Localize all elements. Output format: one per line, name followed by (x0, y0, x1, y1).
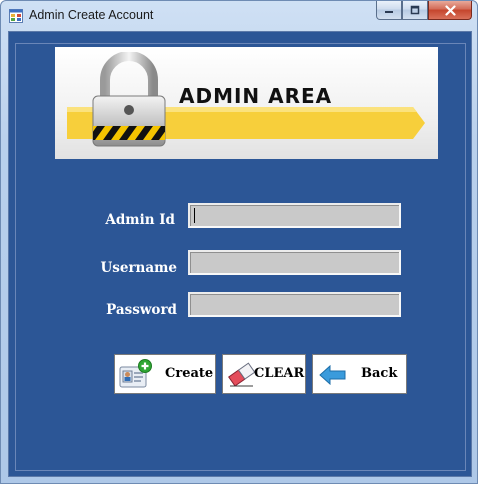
padlock-icon (92, 52, 166, 147)
clear-button[interactable]: CLEAR (222, 354, 306, 394)
maximize-icon (410, 5, 420, 15)
close-button[interactable] (428, 1, 472, 20)
admin-banner: ADMIN AREA (55, 47, 438, 159)
username-label: Username (100, 260, 177, 276)
window-controls (376, 1, 472, 21)
add-user-icon (119, 359, 152, 388)
create-button-label: Create (165, 366, 214, 381)
admin-id-field[interactable] (188, 203, 401, 228)
eraser-icon (228, 362, 256, 387)
username-field[interactable] (188, 250, 401, 275)
back-button-label: Back (361, 366, 398, 381)
back-arrow-icon (319, 365, 346, 385)
app-window: Admin Create Account ADMIN AREA Admin Id… (0, 0, 478, 484)
title-bar[interactable]: Admin Create Account (1, 1, 477, 31)
close-icon (444, 4, 456, 16)
banner-title: ADMIN AREA (179, 84, 333, 108)
window-title: Admin Create Account (29, 8, 154, 22)
minimize-button[interactable] (376, 1, 402, 20)
text-caret (194, 208, 195, 223)
admin-id-label: Admin Id (105, 212, 175, 228)
password-label: Password (106, 302, 177, 318)
maximize-button[interactable] (402, 1, 428, 20)
form-icon[interactable] (9, 9, 23, 23)
clear-button-label: CLEAR (254, 366, 305, 381)
back-button[interactable]: Back (312, 354, 407, 394)
create-button[interactable]: Create (114, 354, 216, 394)
form-client-area: ADMIN AREA Admin Id Username Password Cr… (8, 31, 472, 477)
password-field[interactable] (188, 292, 401, 317)
minimize-icon (385, 11, 393, 13)
